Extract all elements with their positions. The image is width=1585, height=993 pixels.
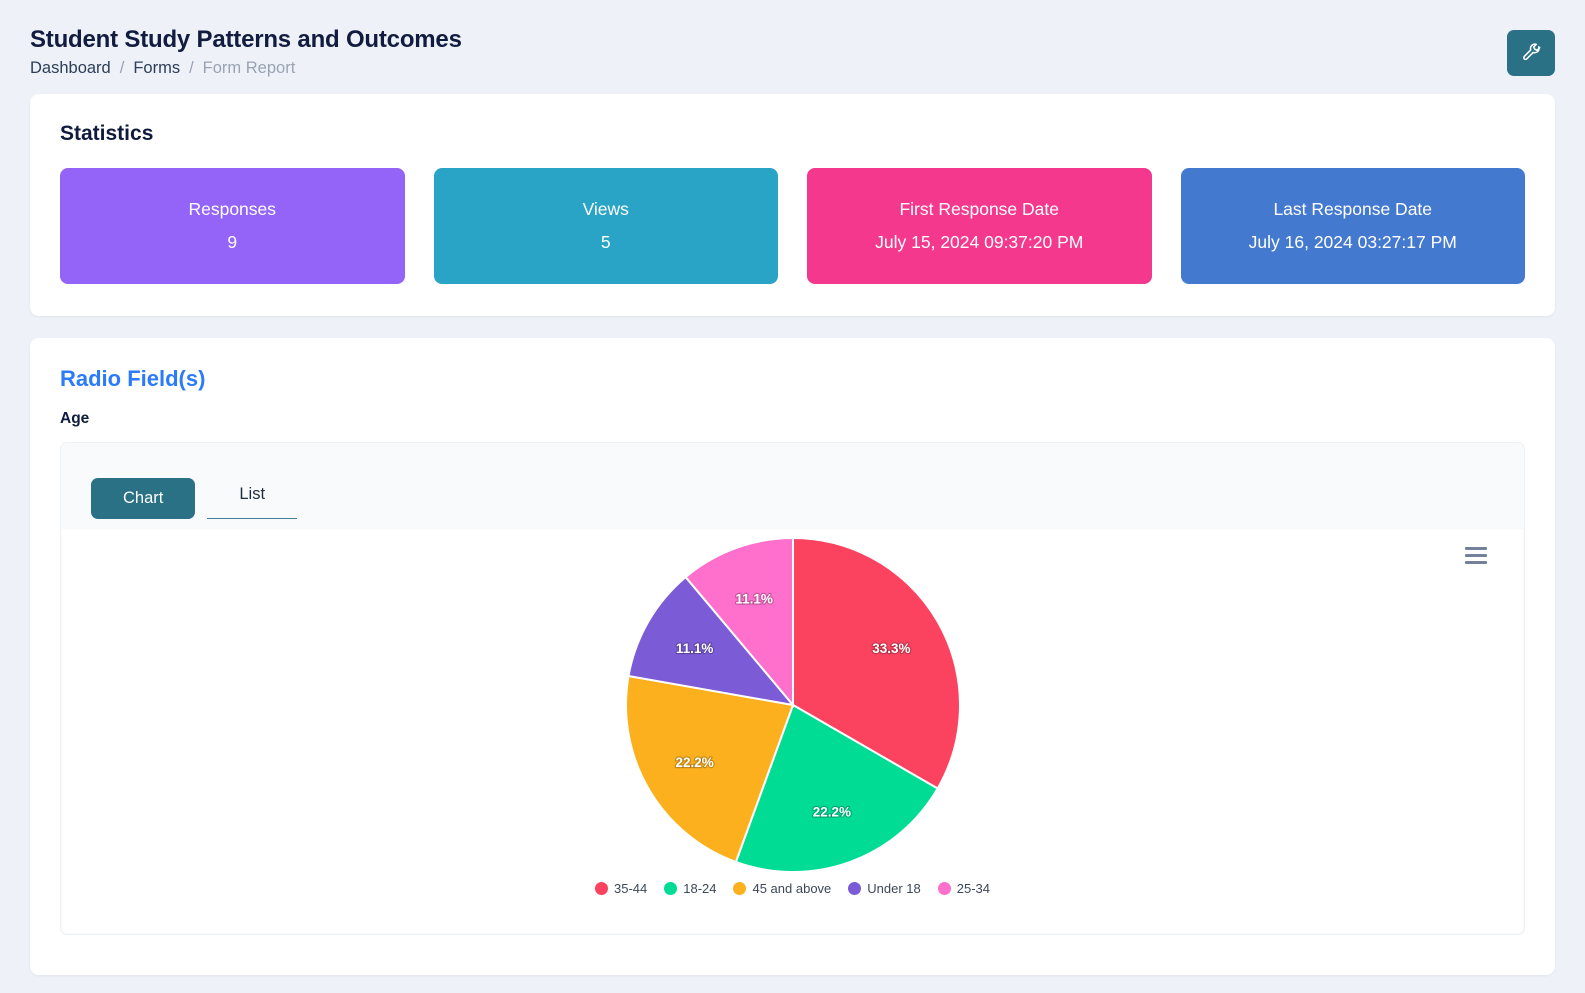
form-report-page: Student Study Patterns and Outcomes Dash… — [0, 0, 1585, 993]
header-left: Student Study Patterns and Outcomes Dash… — [30, 26, 462, 78]
statistics-panel: Statistics Responses 9 Views 5 First Res… — [30, 94, 1555, 316]
page-header: Student Study Patterns and Outcomes Dash… — [0, 0, 1585, 94]
breadcrumb-item-dashboard[interactable]: Dashboard — [30, 59, 111, 78]
stat-card-label: Last Response Date — [1273, 199, 1433, 219]
legend-label: 18-24 — [683, 881, 717, 896]
pie-slice-label: 11.1% — [675, 641, 713, 656]
radio-fields-title: Radio Field(s) — [60, 366, 206, 391]
settings-tool-button[interactable] — [1507, 30, 1555, 76]
legend-color-dot — [733, 882, 747, 895]
legend-color-dot — [664, 882, 678, 895]
field-label-age: Age — [60, 410, 90, 427]
breadcrumb-item-form-report: Form Report — [202, 59, 296, 77]
legend-color-dot — [848, 882, 862, 895]
legend-label: 25-34 — [956, 881, 991, 896]
stat-card-first-response-date: First Response Date July 15, 2024 09:37:… — [807, 168, 1152, 284]
wrench-icon — [1523, 43, 1541, 61]
stat-card-label: Views — [582, 199, 629, 219]
legend-color-dot — [594, 882, 608, 895]
legend-item[interactable]: 35-44 — [594, 881, 648, 896]
field-chart-box: Chart List 33.3% 22.2% 22.2% 11.1% 11.1% 35-… — [60, 442, 1525, 935]
stat-card-value: 9 — [227, 232, 238, 252]
breadcrumb-separator: / — [119, 59, 125, 77]
stat-card-value: July 15, 2024 09:37:20 PM — [875, 232, 1084, 252]
tab-chart[interactable]: Chart — [91, 478, 196, 519]
statistics-card-row: Responses 9 Views 5 First Response Date … — [60, 168, 1525, 284]
pie-chart-legend: 35-44 18-24 45 and above Under 18 25-34 — [594, 881, 991, 896]
legend-label: Under 18 — [867, 881, 921, 896]
stat-card-last-response-date: Last Response Date July 16, 2024 03:27:1… — [1180, 168, 1525, 284]
pie-slice-label: 22.2% — [675, 755, 713, 770]
legend-item[interactable]: Under 18 — [848, 881, 921, 896]
pie-slice-label: 11.1% — [735, 591, 773, 606]
pie-slice-label: 33.3% — [872, 641, 910, 656]
statistics-title: Statistics — [60, 122, 154, 145]
stat-card-value: July 16, 2024 03:27:17 PM — [1248, 232, 1457, 252]
breadcrumb-separator: / — [189, 59, 194, 77]
stat-card-views: Views 5 — [433, 168, 778, 284]
legend-color-dot — [937, 882, 951, 895]
pie-slice-label: 22.2% — [812, 805, 850, 820]
tab-list[interactable]: List — [207, 474, 298, 519]
legend-item[interactable]: 45 and above — [733, 881, 831, 896]
stat-card-responses: Responses 9 — [60, 168, 405, 284]
chart-area: 33.3% 22.2% 22.2% 11.1% 11.1% 35-44 18-24 45 a… — [62, 529, 1523, 933]
legend-label: 35-44 — [613, 881, 648, 896]
stat-card-label: First Response Date — [899, 199, 1059, 219]
stat-card-label: Responses — [188, 199, 277, 219]
pie-chart-wrapper: 33.3% 22.2% 22.2% 11.1% 11.1% 35-44 18-24 45 a… — [62, 533, 1523, 933]
radio-fields-panel: Radio Field(s) Age Chart List 33.3% 22.2%… — [30, 338, 1555, 975]
page-title: Student Study Patterns and Outcomes — [30, 26, 462, 53]
stat-card-value: 5 — [600, 232, 611, 252]
pie-chart: 33.3% 22.2% 22.2% 11.1% 11.1% — [623, 535, 963, 875]
legend-label: 45 and above — [752, 881, 832, 896]
breadcrumb-item-forms[interactable]: Forms — [133, 59, 180, 78]
legend-item[interactable]: 18-24 — [664, 881, 716, 896]
hamburger-menu-icon[interactable] — [1465, 547, 1487, 564]
chart-list-tabs: Chart List — [61, 443, 1524, 519]
pie-chart-svg[interactable]: 33.3% 22.2% 22.2% 11.1% 11.1% — [623, 535, 963, 875]
breadcrumb: Dashboard / Forms / Form Report — [30, 59, 462, 78]
legend-item[interactable]: 25-34 — [937, 881, 991, 896]
